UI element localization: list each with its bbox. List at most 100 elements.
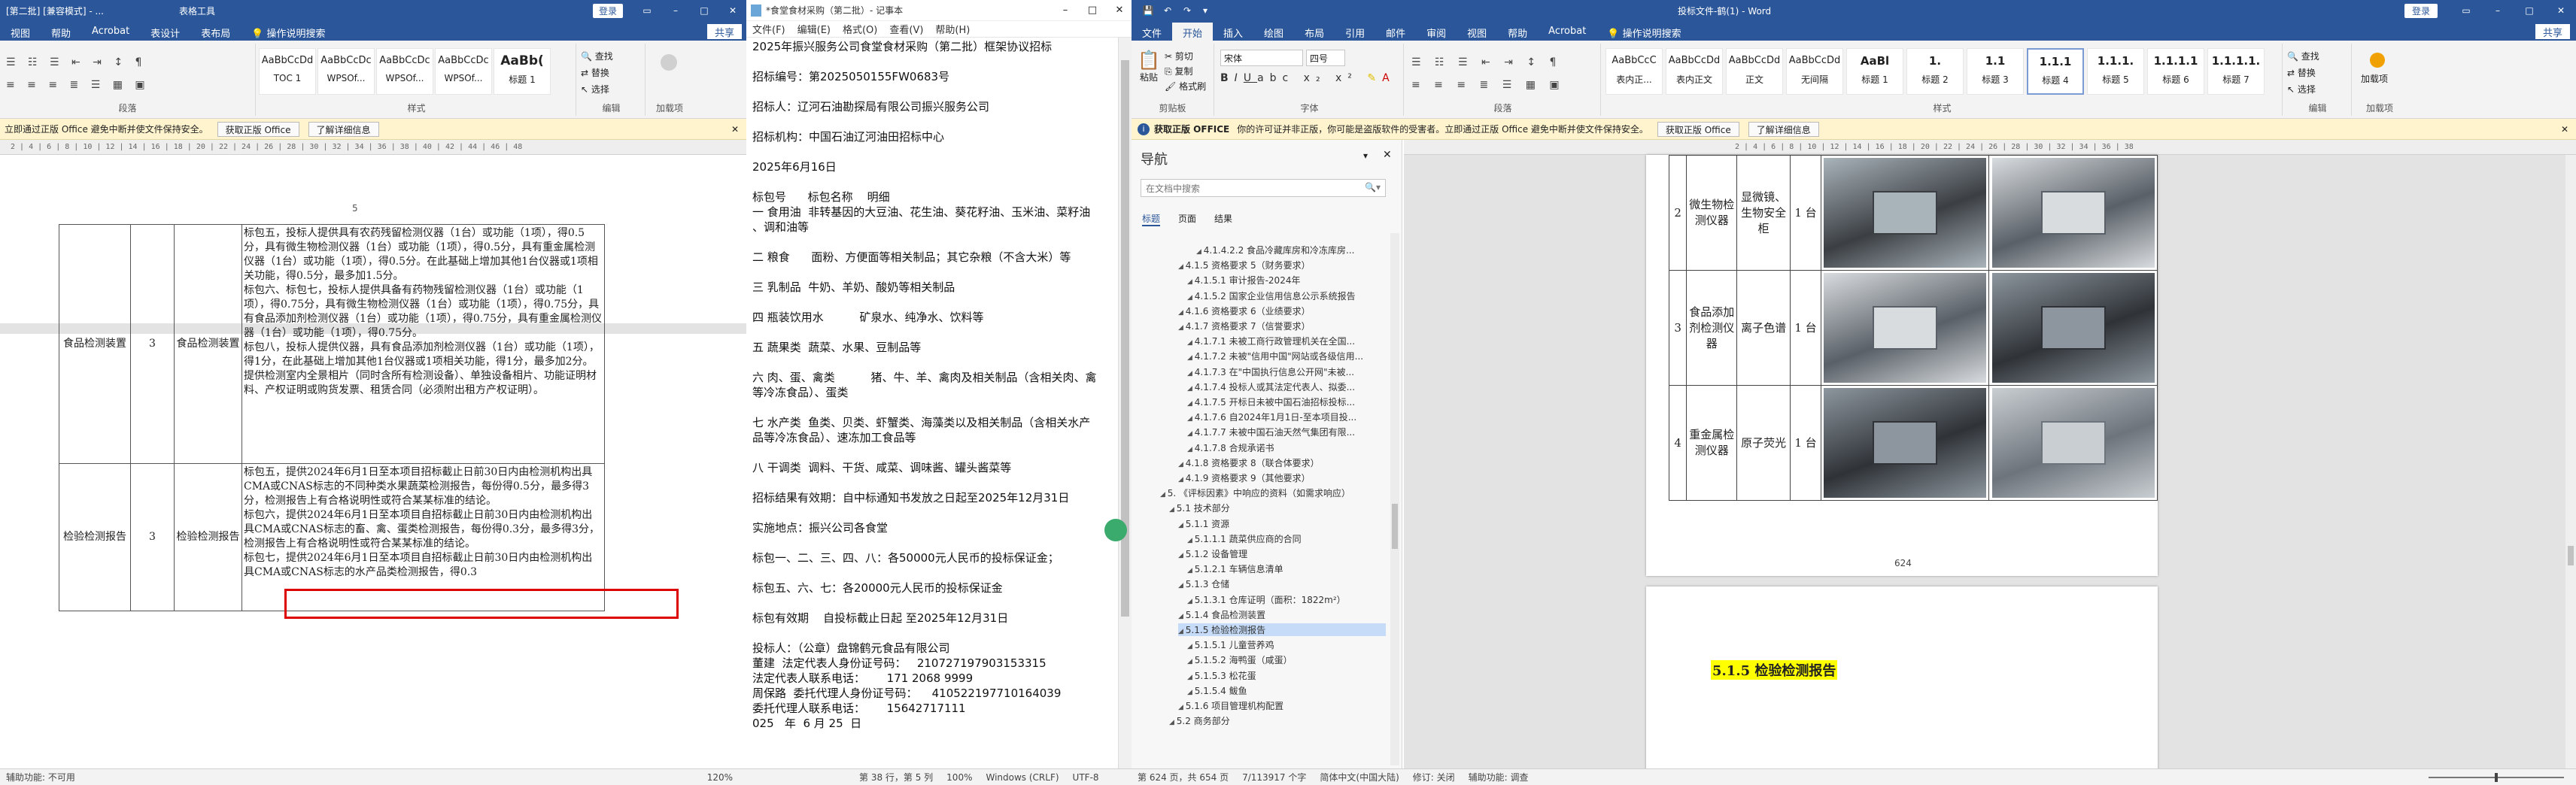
style-gallery-item[interactable]: 1.1.1.1. 标题 7 [2207, 48, 2265, 95]
left-login-button[interactable]: 登录 [592, 3, 623, 18]
style-gallery-item[interactable]: 1.1.1. 标题 5 [2087, 48, 2144, 95]
find-button[interactable]: 🔍 查找 [2287, 50, 2319, 62]
maximize-icon[interactable]: □ [2523, 5, 2535, 17]
expand-arrow-icon[interactable]: ◢ [1178, 324, 1186, 332]
maximize-icon[interactable]: □ [698, 5, 710, 17]
select-button[interactable]: ↖ 选择 [2287, 83, 2316, 95]
nav-tab-results[interactable]: 结果 [1214, 212, 1232, 225]
redo-icon[interactable]: ↷ [1181, 5, 1193, 17]
find-button[interactable]: 🔍 查找 [581, 50, 613, 62]
nav-heading-item[interactable]: ◢ 4.1.5.1 审计报告-2024年 [1187, 274, 1386, 286]
nav-heading-item[interactable]: ◢ 5.1.5.2 海鸭蛋（咸蛋） [1187, 653, 1386, 666]
cut-button[interactable]: ✂ 剪切 [1165, 50, 1193, 62]
close-icon[interactable]: ✕ [2555, 5, 2567, 17]
para-controls[interactable]: ☰ ☷ ☰ ⇤ ⇥ ↕ ¶ ≡ ≡ ≡ ≣ ☰ ▦ ▣ [6, 51, 150, 96]
nav-heading-item[interactable]: ◢ 5.1.5 检验检测报告 [1178, 623, 1386, 636]
notepad-text-area[interactable]: 2025年振兴服务公司食堂食材采购（第二批）框架协议招标 招标编号：第20250… [752, 39, 1115, 765]
nav-heading-item[interactable]: ◢ 4.1.9 资格要求 9（其他要求） [1178, 471, 1386, 484]
ribbon-display-icon[interactable]: ▭ [2460, 5, 2472, 17]
addin-icon[interactable] [2370, 53, 2385, 68]
tab-review[interactable]: 审阅 [1416, 23, 1457, 41]
customize-icon[interactable]: ▾ [1199, 5, 1211, 17]
tab-table-design[interactable]: 表设计 [140, 23, 190, 41]
addin-icon[interactable] [661, 54, 677, 71]
font-name-select[interactable]: 宋体 [1220, 50, 1303, 66]
nav-heading-item[interactable]: ◢ 4.1.7.1 未被工商行政管理机关在全国... [1187, 335, 1386, 347]
tab-file[interactable]: 文件 [1132, 23, 1172, 41]
menu-view[interactable]: 查看(V) [883, 22, 929, 36]
expand-arrow-icon[interactable]: ◢ [1178, 582, 1186, 590]
left-status-access[interactable]: 辅助功能: 不可用 [6, 771, 75, 783]
minimize-icon[interactable]: – [670, 5, 682, 17]
menu-file[interactable]: 文件(F) [746, 22, 791, 36]
expand-arrow-icon[interactable]: ◢ [1187, 446, 1195, 453]
nav-heading-item[interactable]: ◢ 5.1.3.1 仓库证明（面积：1822m²） [1187, 593, 1386, 606]
expand-arrow-icon[interactable]: ◢ [1196, 248, 1204, 256]
style-gallery-item[interactable]: AaBl 标题 1 [1846, 48, 1903, 95]
get-office-button[interactable]: 获取正版 Office [217, 121, 299, 137]
style-gallery-item[interactable]: AaBbCcDd 无间隔 [1786, 48, 1843, 95]
nav-heading-item[interactable]: ◢ 5.1.1.1 蔬菜供应商的合同 [1187, 532, 1386, 545]
tab-layout[interactable]: 布局 [1294, 23, 1335, 41]
ribbon-display-icon[interactable]: ▭ [641, 5, 653, 17]
menu-edit[interactable]: 编辑(E) [791, 22, 837, 36]
style-gallery-item[interactable]: 1.1 标题 3 [1967, 48, 2024, 95]
expand-arrow-icon[interactable]: ◢ [1187, 370, 1195, 377]
expand-arrow-icon[interactable]: ◢ [1169, 506, 1177, 514]
notepad-close-icon[interactable]: ✕ [1113, 5, 1125, 17]
undo-icon[interactable]: ↶ [1162, 5, 1174, 17]
expand-arrow-icon[interactable]: ◢ [1169, 719, 1177, 726]
style-wps3[interactable]: AaBbCcDc WPSOf... [435, 48, 492, 95]
get-office-button[interactable]: 获取正版 Office [1657, 121, 1739, 137]
nav-heading-item[interactable]: ◢ 5.1.3 仓储 [1178, 577, 1386, 590]
zoom-slider[interactable] [2429, 772, 2564, 782]
tab-acrobat[interactable]: Acrobat [81, 23, 140, 41]
style-gallery-item[interactable]: AaBbCcC 表内正... [1605, 48, 1663, 95]
nav-heading-item[interactable]: ◢ 5.1.1 资源 [1178, 517, 1386, 530]
nav-heading-item[interactable]: ◢ 4.1.7.7 未被中国石油天然气集团有限... [1187, 426, 1386, 438]
select-button[interactable]: ↖ 选择 [581, 83, 609, 95]
para-controls[interactable]: ☰ ☷ ☰ ⇤ ⇥ ↕ ¶ ≡ ≡ ≡ ≣ ☰ ▦ ▣ [1411, 51, 1565, 96]
expand-arrow-icon[interactable]: ◢ [1187, 430, 1195, 438]
expand-arrow-icon[interactable]: ◢ [1178, 309, 1186, 317]
format-painter-button[interactable]: 🖌 格式刷 [1165, 80, 1206, 92]
nav-heading-item[interactable]: ◢ 5.1.6 项目管理机构配置 [1178, 699, 1386, 712]
nav-tab-headings[interactable]: 标题 [1142, 212, 1161, 226]
expand-arrow-icon[interactable]: ◢ [1187, 354, 1195, 362]
expand-arrow-icon[interactable]: ◢ [1187, 674, 1195, 681]
nav-scrollbar[interactable] [1390, 233, 1399, 765]
status-language[interactable]: 简体中文(中国大陆) [1320, 771, 1399, 783]
replace-button[interactable]: ⇄ 替换 [581, 66, 609, 79]
font-size-select[interactable]: 四号 [1306, 50, 1345, 66]
zoom-thumb[interactable] [2495, 772, 2498, 782]
tab-insert[interactable]: 插入 [1213, 23, 1253, 41]
status-words[interactable]: 7/113917 个字 [1242, 771, 1306, 783]
addin-button-label[interactable]: 加载项 [2361, 72, 2388, 85]
style-wps2[interactable]: AaBbCcDc WPSOf... [376, 48, 433, 95]
menu-help[interactable]: 帮助(H) [929, 22, 976, 36]
nav-heading-item[interactable]: ◢ 5.2 商务部分 [1169, 714, 1386, 727]
left-ruler[interactable]: 2 | 4 | 6 | 8 | 10 | 12 | 14 | 16 | 18 |… [0, 140, 746, 155]
left-share-button[interactable]: 共享 [706, 24, 742, 39]
style-gallery-item[interactable]: 1. 标题 2 [1906, 48, 1964, 95]
learn-more-button[interactable]: 了解详细信息 [1748, 121, 1819, 137]
style-gallery-item[interactable]: AaBbCcDd 表内正文 [1666, 48, 1723, 95]
nav-close-icon[interactable]: ✕ [1383, 149, 1392, 161]
right-ruler[interactable]: 2 | 4 | 6 | 8 | 10 | 12 | 14 | 16 | 18 |… [1404, 140, 2576, 155]
expand-arrow-icon[interactable]: ◢ [1178, 263, 1186, 271]
expand-arrow-icon[interactable]: ◢ [1178, 476, 1186, 483]
tab-view[interactable]: 视图 [1457, 23, 1497, 41]
tell-me-search[interactable]: 💡 操作说明搜索 [241, 23, 336, 41]
status-track[interactable]: 修订: 关闭 [1413, 771, 1455, 783]
tab-draw[interactable]: 绘图 [1253, 23, 1294, 41]
nav-heading-item[interactable]: ◢ 4.1.7.5 开标日未被中国石油招标投标... [1187, 396, 1386, 408]
expand-arrow-icon[interactable]: ◢ [1187, 385, 1195, 392]
nav-heading-item[interactable]: ◢ 4.1.5.2 国家企业信用信息公示系统报告 [1187, 289, 1386, 302]
minimize-icon[interactable]: – [2492, 5, 2504, 17]
expand-arrow-icon[interactable]: ◢ [1178, 461, 1186, 468]
vertical-scrollbar[interactable] [2565, 155, 2576, 768]
expand-arrow-icon[interactable]: ◢ [1160, 491, 1168, 499]
style-toc1[interactable]: AaBbCcDd TOC 1 [259, 48, 316, 95]
tab-references[interactable]: 引用 [1335, 23, 1375, 41]
expand-arrow-icon[interactable]: ◢ [1178, 522, 1186, 529]
